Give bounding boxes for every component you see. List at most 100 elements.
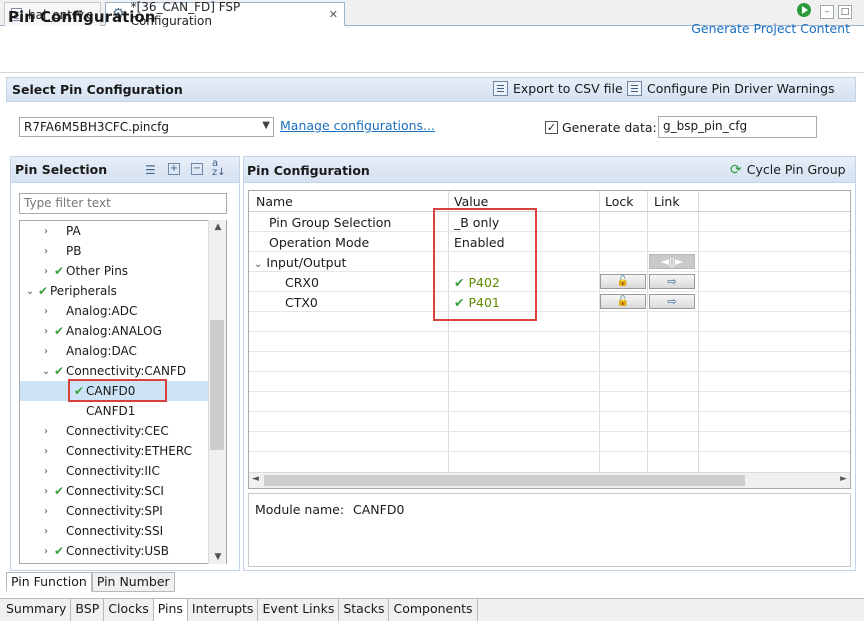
tree-item-analog-dac[interactable]: › Analog:DAC — [20, 341, 209, 361]
tree-item-pa[interactable]: › PA — [20, 221, 209, 241]
tab-clocks[interactable]: Clocks — [104, 599, 154, 621]
tree-item-connectivity-etherc[interactable]: › Connectivity:ETHERC — [20, 441, 209, 461]
tree-item-label: CANFD1 — [86, 404, 136, 418]
collapse-icon[interactable]: ⌄ — [40, 366, 52, 377]
close-icon[interactable]: ✕ — [329, 8, 338, 21]
row-operation-mode-name[interactable]: Operation Mode — [269, 235, 369, 250]
module-name-label: Module name: — [255, 502, 345, 517]
generate-data-option[interactable]: ✓ Generate data: — [545, 120, 657, 135]
row-divider — [249, 251, 850, 252]
tab-summary[interactable]: Summary — [2, 599, 72, 621]
expand-icon[interactable]: › — [40, 306, 52, 317]
expand-icon[interactable]: › — [40, 466, 52, 477]
column-header-lock[interactable]: Lock — [605, 194, 634, 209]
export-csv-button[interactable]: Export to CSV file — [493, 81, 623, 96]
export-csv-label: Export to CSV file — [513, 81, 623, 96]
scroll-down-icon[interactable]: ▼ — [209, 552, 227, 562]
tree-item-connectivity-sci[interactable]: › ✔ Connectivity:SCI — [20, 481, 209, 501]
ctx0-link-button[interactable]: ⇨ — [649, 294, 695, 309]
generate-icon[interactable] — [797, 3, 811, 17]
scroll-right-icon[interactable]: ► — [840, 474, 847, 484]
tree-item-connectivity-iic[interactable]: › Connectivity:IIC — [20, 461, 209, 481]
row-ctx0-name[interactable]: CTX0 — [285, 295, 318, 310]
generate-data-field[interactable]: g_bsp_pin_cfg — [658, 116, 817, 138]
maximize-icon[interactable]: □ — [838, 5, 852, 19]
configuration-page-tabs: Summary BSP Clocks Pins Interrupts Event… — [0, 598, 864, 621]
tab-interrupts[interactable]: Interrupts — [188, 599, 259, 621]
sort-az-icon[interactable]: a z↓ — [212, 159, 226, 178]
tree-item-connectivity-cec[interactable]: › Connectivity:CEC — [20, 421, 209, 441]
expand-icon[interactable]: › — [40, 446, 52, 457]
pin-tree-scroll-thumb[interactable] — [210, 320, 224, 450]
tree-item-connectivity-spi[interactable]: › Connectivity:SPI — [20, 501, 209, 521]
tab-pins[interactable]: Pins — [153, 599, 188, 621]
pin-table-hscroll-thumb[interactable] — [264, 475, 745, 486]
ctx0-lock-button[interactable]: 🔓 — [600, 294, 646, 309]
collapse-all-icon[interactable]: − — [191, 163, 203, 175]
tab-pin-number[interactable]: Pin Number — [91, 572, 175, 592]
generate-project-content-link[interactable]: Generate Project Content — [691, 21, 850, 36]
crx0-lock-button[interactable]: 🔓 — [600, 274, 646, 289]
expand-icon[interactable]: › — [40, 546, 52, 557]
expand-icon[interactable]: › — [40, 246, 52, 257]
tree-item-connectivity-canfd[interactable]: ⌄ ✔ Connectivity:CANFD — [20, 361, 209, 381]
list-view-icon[interactable]: ☰ — [145, 163, 156, 177]
pin-selection-title: Pin Selection — [15, 162, 108, 177]
expand-icon[interactable]: › — [40, 346, 52, 357]
expand-icon[interactable]: › — [40, 226, 52, 237]
select-pin-config-title: Select Pin Configuration — [12, 82, 183, 97]
tree-item-canfd1[interactable]: CANFD1 — [20, 401, 209, 421]
expand-all-icon[interactable]: + — [168, 163, 180, 175]
expand-icon[interactable]: › — [40, 506, 52, 517]
pin-config-file-select[interactable]: R7FA6M5BH3CFC.pincfg ▼ — [19, 117, 274, 137]
row-input-output-label: Input/Output — [266, 255, 347, 270]
expand-icon[interactable]: › — [40, 266, 52, 277]
tab-stacks[interactable]: Stacks — [339, 599, 390, 621]
tree-item-label: Peripherals — [50, 284, 117, 298]
tree-item-label: Analog:ANALOG — [66, 324, 162, 338]
configure-warnings-button[interactable]: Configure Pin Driver Warnings — [627, 81, 835, 96]
tree-item-label: Connectivity:SSI — [66, 524, 164, 538]
row-input-output[interactable]: ⌄ Input/Output — [254, 255, 346, 270]
manage-configurations-link[interactable]: Manage configurations... — [280, 118, 435, 133]
check-icon: ✔ — [53, 484, 65, 498]
tree-item-other-pins[interactable]: › ✔ Other Pins — [20, 261, 209, 281]
row-divider — [249, 451, 850, 452]
tree-item-peripherals[interactable]: ⌄ ✔ Peripherals — [20, 281, 209, 301]
tree-item-label: Connectivity:IIC — [66, 464, 160, 478]
tree-item-connectivity-ssi[interactable]: › Connectivity:SSI — [20, 521, 209, 541]
row-pin-group-name[interactable]: Pin Group Selection — [269, 215, 391, 230]
expand-icon[interactable]: › — [40, 486, 52, 497]
tree-item-connectivity-usb[interactable]: › ✔ Connectivity:USB — [20, 541, 209, 561]
expand-icon[interactable]: › — [40, 526, 52, 537]
check-icon: ✔ — [53, 364, 65, 378]
tab-components[interactable]: Components — [389, 599, 478, 621]
tree-item-analog-analog[interactable]: › ✔ Analog:ANALOG — [20, 321, 209, 341]
tab-event-links[interactable]: Event Links — [258, 599, 340, 621]
pin-filter-input[interactable]: Type filter text — [19, 193, 227, 214]
tree-item-analog-adc[interactable]: › Analog:ADC — [20, 301, 209, 321]
row-divider — [249, 431, 850, 432]
row-crx0-name[interactable]: CRX0 — [285, 275, 319, 290]
cycle-pin-group-button[interactable]: ⟳ Cycle Pin Group — [730, 162, 846, 177]
generate-data-checkbox[interactable]: ✓ — [545, 121, 558, 134]
minimize-icon[interactable]: – — [820, 5, 834, 19]
export-csv-icon — [493, 81, 508, 96]
row-divider — [249, 331, 850, 332]
expand-icon[interactable]: › — [40, 326, 52, 337]
tab-bsp[interactable]: BSP — [71, 599, 105, 621]
lock-open-icon: 🔓 — [616, 276, 630, 287]
header-divider — [249, 211, 850, 212]
collapse-icon[interactable]: ⌄ — [24, 286, 36, 297]
column-header-name[interactable]: Name — [256, 194, 293, 209]
column-header-link[interactable]: Link — [654, 194, 680, 209]
crx0-link-button[interactable]: ⇨ — [649, 274, 695, 289]
expand-icon[interactable]: › — [40, 426, 52, 437]
generate-data-value: g_bsp_pin_cfg — [663, 119, 748, 133]
collapse-icon[interactable]: ⌄ — [254, 259, 262, 270]
tree-item-pb[interactable]: › PB — [20, 241, 209, 261]
tab-pin-function[interactable]: Pin Function — [6, 572, 92, 592]
scroll-left-icon[interactable]: ◄ — [252, 474, 259, 484]
scroll-up-icon[interactable]: ▲ — [209, 222, 227, 232]
column-header-value[interactable]: Value — [454, 194, 488, 209]
